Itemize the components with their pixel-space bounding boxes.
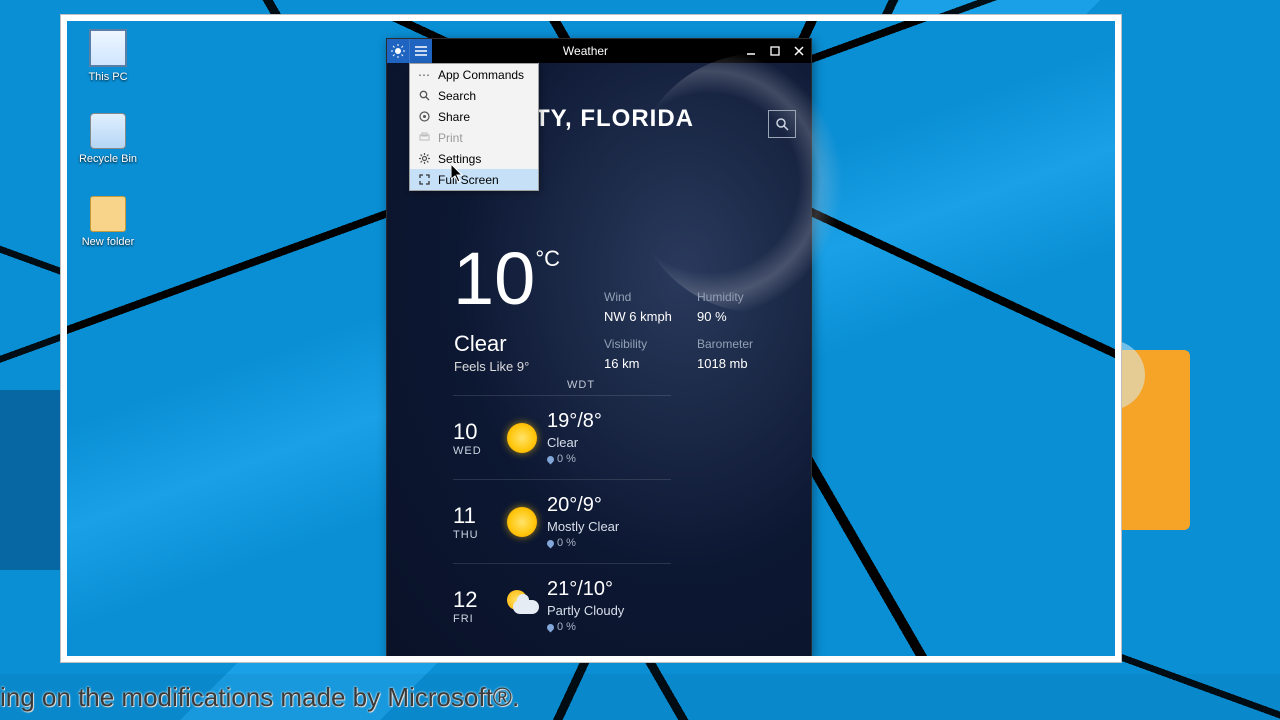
forecast-cond: Clear	[547, 435, 602, 450]
app-icon[interactable]	[387, 39, 409, 63]
barometer-label: Barometer	[697, 337, 753, 351]
forecast-temp: 19°/8°	[547, 410, 602, 433]
menu-item-search[interactable]: Search	[410, 85, 538, 106]
feels-like: Feels Like 9°	[454, 359, 529, 374]
forecast-row[interactable]: 10WED 19°/8° Clear 0 %	[453, 395, 671, 479]
forecast-row[interactable]: 11THU 20°/9° Mostly Clear 0 %	[453, 479, 671, 563]
forecast-list: 10WED 19°/8° Clear 0 % 11THU 20°/9° Mostly …	[453, 395, 671, 647]
desktop-icon-this-pc[interactable]: This PC	[73, 29, 143, 83]
desktop-icon-recycle-bin[interactable]: Recycle Bin	[73, 113, 143, 165]
sun-icon	[497, 423, 547, 453]
menu-item-settings[interactable]: Settings	[410, 148, 538, 169]
settings-icon	[416, 153, 432, 164]
temperature: 10°C	[453, 236, 560, 321]
humidity-value: 90 %	[697, 309, 727, 324]
desktop-icon-new-folder[interactable]: New folder	[73, 196, 143, 248]
hamburger-menu-button[interactable]	[409, 39, 432, 63]
temperature-unit: °C	[535, 246, 560, 271]
forecast-temp: 20°/9°	[547, 494, 619, 517]
caption-text: ing on the modifications made by Microso…	[0, 682, 519, 713]
search-icon	[416, 90, 432, 101]
menu-item-label: Search	[438, 89, 476, 103]
more-icon: ⋯	[416, 68, 432, 82]
forecast-temp: 21°/10°	[547, 578, 624, 601]
sun-icon	[497, 507, 547, 537]
print-icon	[416, 132, 432, 143]
forecast-precip: 0 %	[557, 621, 576, 633]
menu-item-full-screen[interactable]: Full Screen	[410, 169, 538, 190]
forecast-precip: 0 %	[557, 453, 576, 465]
visibility-value: 16 km	[604, 356, 639, 371]
condition: Clear	[454, 331, 507, 357]
visibility-label: Visibility	[604, 337, 647, 351]
forecast-date: 10	[453, 419, 497, 445]
desktop-icon-label: New folder	[73, 236, 143, 248]
menu-item-label: Print	[438, 131, 463, 145]
temperature-value: 10	[453, 237, 535, 320]
humidity-label: Humidity	[697, 290, 744, 304]
window-title: Weather	[432, 39, 739, 63]
menu-item-label: Share	[438, 110, 470, 124]
monitor-frame: This PC Recycle Bin New folder Weather	[60, 14, 1122, 663]
forecast-date: 12	[453, 587, 497, 613]
forecast-day: WED	[453, 445, 497, 457]
menu-item-label: App Commands	[438, 68, 524, 82]
search-button[interactable]	[768, 110, 796, 138]
partly-cloudy-icon	[497, 596, 547, 616]
computer-icon	[89, 29, 127, 67]
wdt-label: WDT	[567, 379, 595, 391]
recycle-bin-icon	[90, 113, 126, 149]
forecast-day: THU	[453, 529, 497, 541]
forecast-row[interactable]: 12FRI 21°/10° Partly Cloudy 0 %	[453, 563, 671, 647]
wind-label: Wind	[604, 290, 631, 304]
forecast-cond: Mostly Clear	[547, 519, 619, 534]
forecast-cond: Partly Cloudy	[547, 603, 624, 618]
folder-icon	[90, 196, 126, 232]
menu-item-app-commands[interactable]: ⋯ App Commands	[410, 64, 538, 85]
desktop-icon-label: Recycle Bin	[73, 153, 143, 165]
forecast-date: 11	[453, 503, 497, 529]
forecast-precip: 0 %	[557, 537, 576, 549]
menu-item-label: Settings	[438, 152, 481, 166]
app-menu: ⋯ App Commands Search Share Print	[409, 63, 539, 191]
forecast-day: FRI	[453, 613, 497, 625]
desktop-icon-label: This PC	[73, 71, 143, 83]
barometer-value: 1018 mb	[697, 356, 748, 371]
drop-icon	[546, 538, 556, 548]
search-icon	[775, 117, 789, 131]
fullscreen-icon	[416, 174, 432, 185]
video-caption: ing on the modifications made by Microso…	[0, 674, 1280, 720]
drop-icon	[546, 622, 556, 632]
menu-item-print: Print	[410, 127, 538, 148]
weather-window: Weather CITY, FLORIDA ER 10°C Clear Feel…	[386, 38, 812, 656]
desktop[interactable]: This PC Recycle Bin New folder Weather	[67, 21, 1115, 656]
menu-item-label: Full Screen	[438, 173, 499, 187]
wind-value: NW 6 kmph	[604, 309, 672, 324]
menu-item-share[interactable]: Share	[410, 106, 538, 127]
drop-icon	[546, 454, 556, 464]
share-icon	[416, 111, 432, 122]
moon-graphic	[631, 53, 891, 313]
